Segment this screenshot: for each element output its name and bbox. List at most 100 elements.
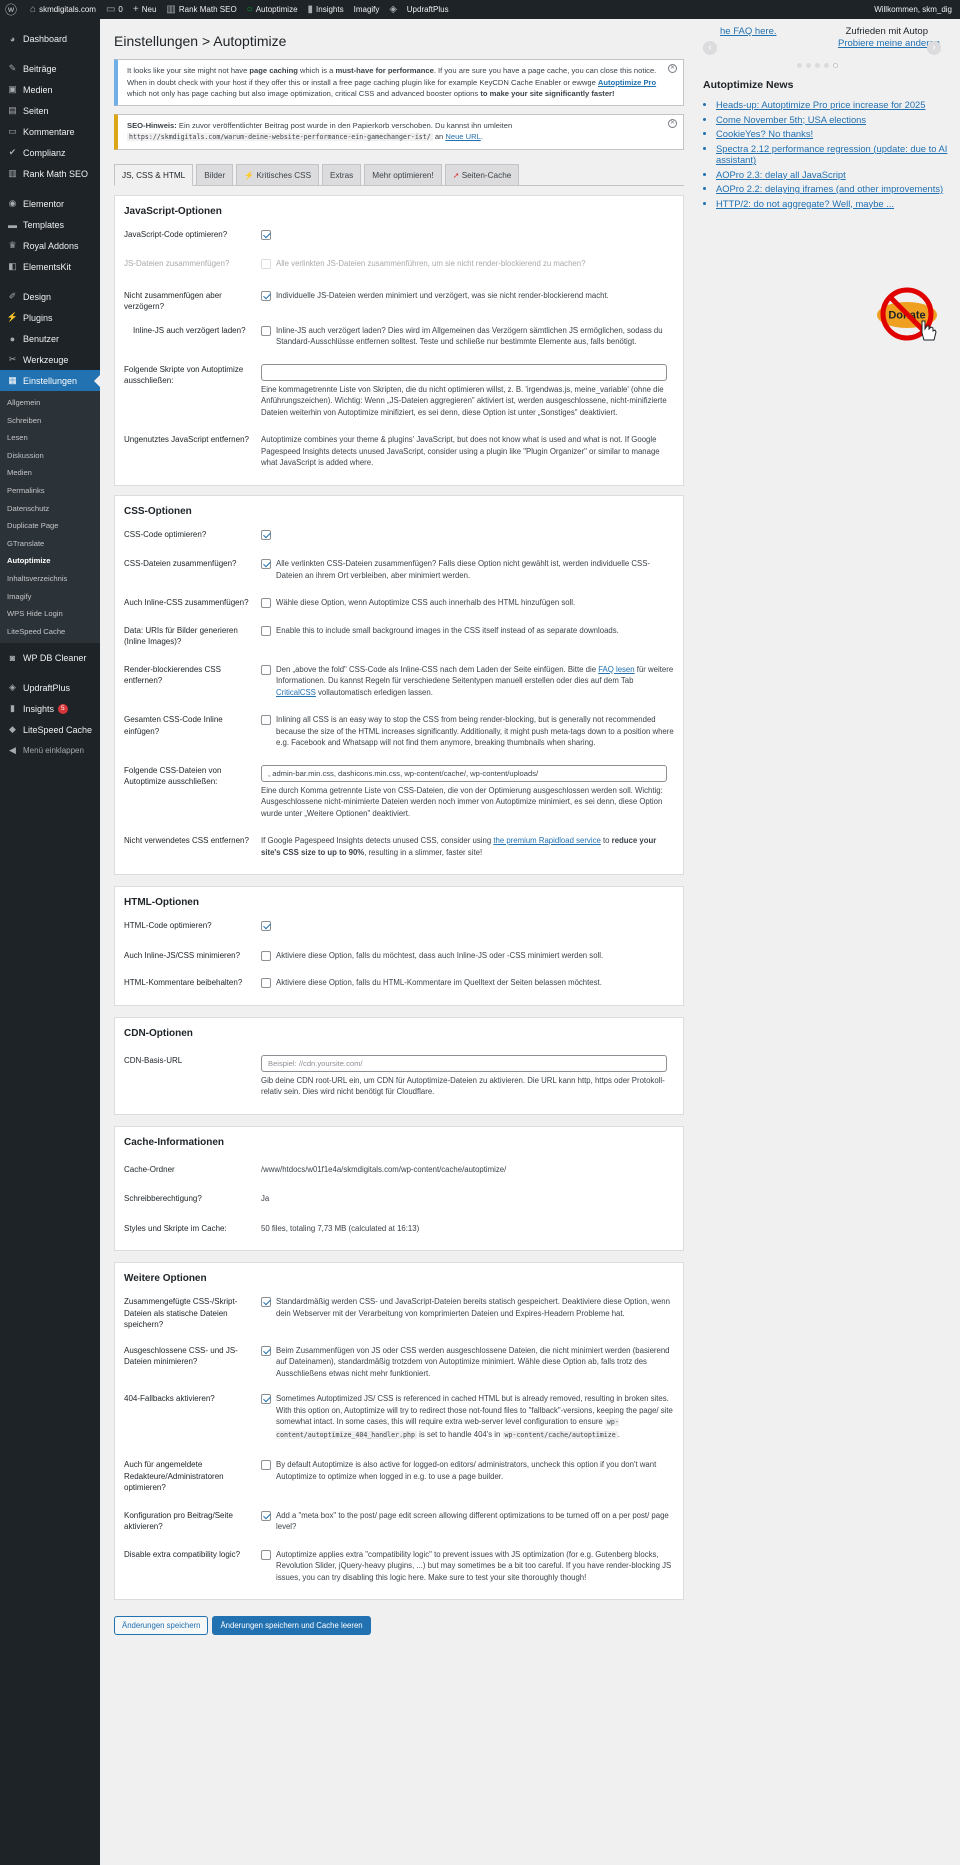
save-button[interactable]: Änderungen speichern (114, 1616, 209, 1635)
menu-design[interactable]: ✐ Design (0, 286, 100, 307)
submenu-item[interactable]: Imagify (0, 588, 100, 606)
carousel-dot-active[interactable] (833, 63, 838, 68)
submenu-item-current[interactable]: Autoptimize (0, 552, 100, 570)
autoptimize-pro-link[interactable]: Autoptimize Pro (598, 78, 656, 87)
adminbar-insights[interactable]: ▮ Insights (303, 0, 349, 19)
defer-inline-js-checkbox[interactable] (261, 325, 271, 336)
carousel-prev-icon[interactable]: ‹ (703, 41, 717, 55)
optimize-css-checkbox[interactable] (261, 529, 271, 540)
adminbar-imagify[interactable]: Imagify (349, 0, 385, 19)
menu-pages[interactable]: ▤ Seiten (0, 100, 100, 121)
menu-posts[interactable]: ✎ Beiträge (0, 58, 100, 79)
minify-excluded-checkbox[interactable] (261, 1345, 271, 1356)
tab-js-css-html[interactable]: JS, CSS & HTML (114, 163, 194, 186)
adminbar-updraft[interactable]: ◈ UpdraftPlus (384, 0, 453, 19)
carousel-dot[interactable] (806, 63, 811, 68)
menu-templates[interactable]: ▬ Templates (0, 214, 100, 235)
menu-wp-db-cleaner[interactable]: ◙ WP DB Cleaner (0, 647, 100, 668)
tab-extras[interactable]: Extras (322, 163, 362, 185)
optimize-html-checkbox[interactable] (261, 921, 271, 931)
submenu-item[interactable]: Allgemein (0, 394, 100, 412)
submenu-item[interactable]: Diskussion (0, 447, 100, 465)
menu-tools[interactable]: ✂ Werkzeuge (0, 349, 100, 370)
rapidload-link[interactable]: the premium Rapidload service (493, 836, 600, 845)
submenu-item[interactable]: Permalinks (0, 482, 100, 500)
menu-elementskit[interactable]: ◧ ElementsKit (0, 256, 100, 277)
static-files-checkbox[interactable] (261, 1297, 271, 1307)
submenu-item[interactable]: Lesen (0, 429, 100, 447)
data-uris-checkbox[interactable] (261, 625, 271, 636)
donate-button[interactable]: Donate (876, 283, 938, 345)
carousel-dot[interactable] (797, 63, 802, 68)
js-exclude-input[interactable] (261, 363, 667, 381)
menu-comments[interactable]: ▭ Kommentare (0, 121, 100, 142)
submenu-item[interactable]: Inhaltsverzeichnis (0, 570, 100, 588)
wordpress-logo-icon[interactable]: ⓦ (0, 0, 25, 19)
submenu-item[interactable]: LiteSpeed Cache (0, 623, 100, 641)
menu-royal-addons[interactable]: ♛ Royal Addons (0, 235, 100, 256)
defer-css-checkbox[interactable] (261, 664, 271, 675)
menu-settings[interactable]: ▦ Einstellungen (0, 370, 100, 391)
submenu-item[interactable]: WPS Hide Login (0, 605, 100, 623)
adminbar-site[interactable]: ⌂ skmdigitals.com (25, 0, 101, 19)
news-item[interactable]: Come November 5th; USA elections (716, 114, 953, 126)
tab-critical-css[interactable]: ⚡ Kritisches CSS (236, 163, 320, 185)
collapse-menu-button[interactable]: ◀ Menü einklappen (0, 740, 100, 761)
submenu-item[interactable]: Datenschutz (0, 500, 100, 518)
tab-page-cache[interactable]: ➚ Seiten-Cache (444, 163, 520, 185)
aggregate-inline-css-checkbox[interactable] (261, 598, 271, 608)
tab-more-optimize[interactable]: Mehr optimieren! (364, 163, 442, 185)
menu-updraftplus[interactable]: ◈ UpdraftPlus (0, 677, 100, 698)
adminbar-autoptimize[interactable]: ○ Autoptimize (242, 0, 303, 19)
submenu-item[interactable]: Duplicate Page (0, 517, 100, 535)
aggregate-js-checkbox[interactable] (261, 259, 271, 269)
defer-js-checkbox[interactable] (261, 290, 271, 301)
menu-users[interactable]: ● Benutzer (0, 328, 100, 349)
adminbar-comments[interactable]: ▭ 0 (101, 0, 128, 19)
fallback-404-checkbox[interactable] (261, 1394, 271, 1404)
adminbar-account[interactable]: Willkommen, skm_dig (869, 0, 960, 19)
disable-compat-checkbox[interactable] (261, 1549, 271, 1560)
keep-comments-checkbox[interactable] (261, 978, 271, 988)
carousel-next-icon[interactable]: › (927, 41, 941, 55)
optimize-logged-in-checkbox[interactable] (261, 1460, 271, 1470)
menu-elementor[interactable]: ◉ Elementor (0, 193, 100, 214)
news-item[interactable]: Heads-up: Autoptimize Pro price increase… (716, 99, 953, 111)
news-item[interactable]: AOPro 2.3: delay all JavaScript (716, 169, 953, 181)
faq-link[interactable]: FAQ lesen (598, 665, 634, 674)
tab-images[interactable]: Bilder (196, 163, 234, 185)
minify-inline-checkbox[interactable] (261, 950, 271, 961)
submenu-item[interactable]: Schreiben (0, 412, 100, 430)
dismiss-icon[interactable]: ✕ (668, 118, 677, 128)
adminbar-new[interactable]: + Neu (128, 0, 162, 19)
aggregate-css-checkbox[interactable] (261, 559, 271, 569)
cdn-url-input[interactable] (261, 1054, 667, 1072)
adminbar-rankmath[interactable]: ▥ Rank Math SEO (161, 0, 241, 19)
menu-litespeed[interactable]: ◆ LiteSpeed Cache (0, 719, 100, 740)
menu-rankmath[interactable]: ▥ Rank Math SEO (0, 163, 100, 184)
optimize-js-checkbox[interactable] (261, 229, 271, 240)
submenu-item[interactable]: Medien (0, 464, 100, 482)
faq-link[interactable]: he FAQ here. (720, 26, 777, 37)
news-item[interactable]: CookieYes? No thanks! (716, 128, 953, 140)
menu-insights[interactable]: ▮ Insights 5 (0, 698, 100, 719)
criticalcss-link[interactable]: CriticalCSS (276, 688, 316, 697)
inline-all-css-checkbox[interactable] (261, 715, 271, 725)
menu-complianz[interactable]: ✔ Complianz (0, 142, 100, 163)
dismiss-icon[interactable]: ✕ (668, 64, 677, 73)
news-item[interactable]: Spectra 2.12 performance regression (upd… (716, 143, 953, 166)
submenu-item[interactable]: GTranslate (0, 535, 100, 553)
new-url-link[interactable]: Neue URL (445, 132, 480, 141)
other-plugins-link[interactable]: Probiere meine anderen (838, 38, 940, 49)
carousel-dot[interactable] (824, 63, 829, 68)
news-item[interactable]: AOPro 2.2: delaying iframes (and other i… (716, 183, 953, 195)
right-sidebar: ‹ he FAQ here. Zufrieden mit Autop Probie… (703, 19, 953, 341)
menu-plugins[interactable]: ⚡ Plugins (0, 307, 100, 328)
meta-box-checkbox[interactable] (261, 1510, 271, 1521)
news-item[interactable]: HTTP/2: do not aggregate? Well, maybe ..… (716, 198, 953, 210)
menu-dashboard[interactable]: ◕ Dashboard (0, 28, 100, 49)
css-exclude-input[interactable] (261, 764, 667, 782)
menu-media[interactable]: ▣ Medien (0, 79, 100, 100)
carousel-dot[interactable] (815, 63, 820, 68)
save-clear-cache-button[interactable]: Änderungen speichern und Cache leeren (212, 1616, 371, 1635)
